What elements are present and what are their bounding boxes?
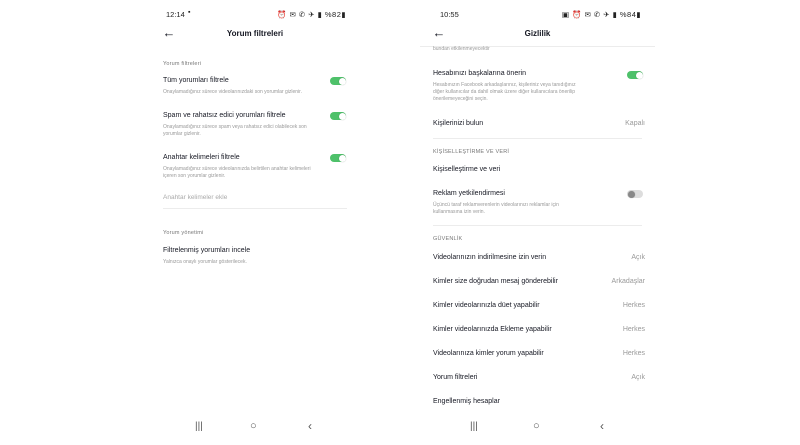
android-nav-bar: ||| ○ ‹: [420, 419, 655, 435]
ad-authorization-desc-2: kullanmasına izin verin.: [433, 209, 485, 215]
keyword-input[interactable]: Anahtar kelimeler ekle: [163, 194, 227, 201]
ad-authorization-desc-1: Üçüncü taraf reklamverenlerin videoların…: [433, 202, 559, 208]
comment-filters-screen: 12:14 ▪ ⏰ ✉ ✆ ✈ ▮ %82▮ ← Yorum filtreler…: [150, 0, 360, 445]
filter-keywords-desc-2: içeren son yorumlar gizlenir.: [163, 173, 226, 179]
section-label-comment-management: Yorum yönetimi: [163, 230, 204, 236]
status-icons: ▣ ⏰ ✉ ✆ ✈ ▮ %84▮: [561, 10, 641, 19]
page-title: Yorum filtreleri: [226, 29, 284, 38]
comment-filters-value: Açık: [631, 374, 645, 381]
status-time: 12:14: [166, 10, 185, 19]
page-title: Gizlilik: [524, 29, 551, 38]
status-bar: 12:14 ▪ ⏰ ✉ ✆ ✈ ▮ %82▮: [150, 8, 360, 20]
home-button[interactable]: ○: [533, 420, 540, 432]
duet-title[interactable]: Kimler videolarınızla düet yapabilir: [433, 302, 540, 309]
comments-value: Herkes: [622, 350, 645, 357]
suggest-account-desc-2: diğer kullanıcılar da dahil olmak üzere …: [433, 89, 576, 95]
suggest-account-title: Hesabınızı başkalarına önerin: [433, 70, 526, 77]
suggest-account-desc-3: önerilemeyeceğini seçin.: [433, 96, 488, 102]
ad-authorization-title: Reklam yetkilendirmesi: [433, 190, 505, 197]
section-label-safety: GÜVENLİK: [433, 236, 463, 242]
section-divider: [433, 138, 642, 139]
filter-all-title: Tüm yorumları filtrele: [163, 77, 229, 84]
status-time: 10:55: [440, 10, 459, 19]
filter-all-desc: Onaylamadığınız sürece videolarınızdaki …: [163, 89, 302, 95]
blocked-accounts-title[interactable]: Engellenmiş hesaplar: [433, 398, 500, 405]
find-contacts-value: Kapalı: [625, 120, 645, 127]
back-button[interactable]: ‹: [308, 419, 312, 433]
comment-filters-title[interactable]: Yorum filtreleri: [433, 374, 477, 381]
stitch-value: Herkes: [622, 326, 645, 333]
recents-button[interactable]: |||: [470, 421, 478, 432]
comments-title[interactable]: Videolarınıza kimler yorum yapabilir: [433, 350, 544, 357]
direct-messages-title[interactable]: Kimler size doğrudan mesaj gönderebilir: [433, 278, 558, 285]
recents-button[interactable]: |||: [195, 421, 203, 432]
personalization-title[interactable]: Kişiselleştirme ve veri: [433, 166, 500, 173]
filter-keywords-toggle[interactable]: [330, 154, 346, 162]
filter-spam-toggle[interactable]: [330, 112, 346, 120]
home-button[interactable]: ○: [250, 420, 257, 432]
chat-icon: ▪: [188, 9, 191, 16]
filter-all-toggle[interactable]: [330, 77, 346, 85]
filter-spam-desc-2: yorumlar gizlenir.: [163, 131, 201, 137]
section-divider: [433, 225, 642, 226]
direct-messages-value: Arkadaşlar: [611, 278, 645, 285]
status-icons: ⏰ ✉ ✆ ✈ ▮ %82▮: [277, 10, 346, 19]
ad-authorization-toggle[interactable]: [627, 190, 643, 198]
android-nav-bar: ||| ○ ‹: [150, 419, 360, 435]
header: ← Gizlilik: [420, 22, 655, 47]
header: ← Yorum filtreleri: [150, 22, 360, 46]
section-label-personalization: KİŞİSELLEŞTİRME VE VERİ: [433, 149, 510, 155]
section-label-comment-filters: Yorum filtreleri: [163, 61, 202, 67]
suggest-account-toggle[interactable]: [627, 71, 643, 79]
privacy-screen: 10:55 ▣ ⏰ ✉ ✆ ✈ ▮ %84▮ ← Gizlilik bundan…: [420, 0, 655, 445]
suggest-account-desc-1: Hesabınızın Facebook arkadaşlarınız, kiş…: [433, 82, 576, 88]
allow-downloads-title[interactable]: Videolarınızın indirilmesine izin verin: [433, 254, 546, 261]
review-filtered-title[interactable]: Filtrelenmiş yorumları incele: [163, 247, 250, 254]
filter-spam-title: Spam ve rahatsız edici yorumları filtrel…: [163, 112, 286, 119]
keyword-input-underline: [163, 208, 347, 209]
find-contacts-title[interactable]: Kişilerinizi bulun: [433, 120, 483, 127]
duet-value: Herkes: [622, 302, 645, 309]
filter-spam-desc-1: Onaylamadığınız sürece spam veya rahatsı…: [163, 124, 307, 130]
status-bar: 10:55 ▣ ⏰ ✉ ✆ ✈ ▮ %84▮: [420, 8, 655, 20]
filter-keywords-desc-1: Onaylamadığınız sürece videolarınızda be…: [163, 166, 311, 172]
review-filtered-desc: Yalnızca onaylı yorumlar gösterilecek.: [163, 259, 247, 265]
back-button[interactable]: ‹: [600, 419, 604, 433]
stitch-title[interactable]: Kimler videolarınızda Ekleme yapabilir: [433, 326, 552, 333]
filter-keywords-title: Anahtar kelimeleri filtrele: [163, 154, 240, 161]
top-cut-desc: bundan etkilenmeyecektir: [433, 46, 490, 52]
allow-downloads-value: Açık: [631, 254, 645, 261]
